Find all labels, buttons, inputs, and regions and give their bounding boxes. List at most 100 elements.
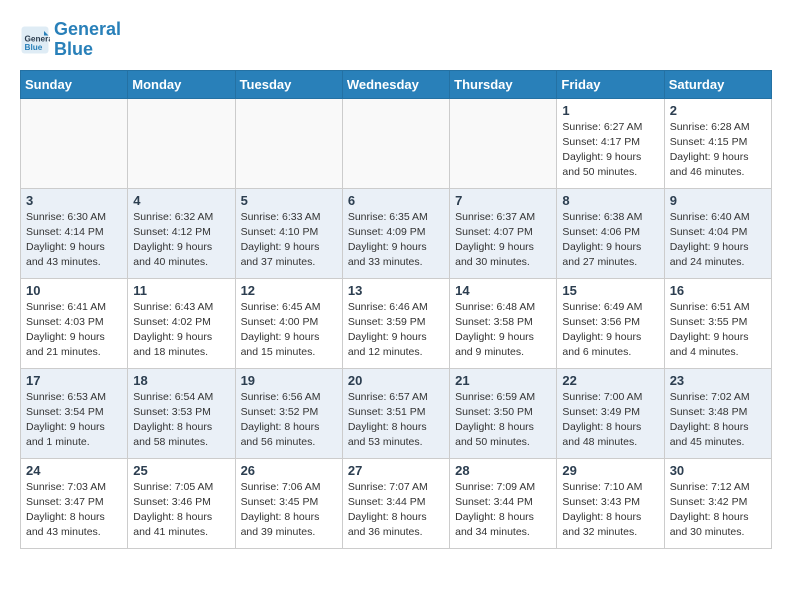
day-number: 10	[26, 283, 122, 298]
day-info: Sunrise: 7:09 AM Sunset: 3:44 PM Dayligh…	[455, 480, 551, 541]
calendar-cell	[235, 98, 342, 188]
day-info: Sunrise: 6:51 AM Sunset: 3:55 PM Dayligh…	[670, 300, 766, 361]
calendar-cell: 30 Sunrise: 7:12 AM Sunset: 3:42 PM Dayli…	[664, 458, 771, 548]
day-number: 16	[670, 283, 766, 298]
day-info: Sunrise: 6:37 AM Sunset: 4:07 PM Dayligh…	[455, 210, 551, 271]
calendar-cell: 19 Sunrise: 6:56 AM Sunset: 3:52 PM Dayli…	[235, 368, 342, 458]
day-info: Sunrise: 6:43 AM Sunset: 4:02 PM Dayligh…	[133, 300, 229, 361]
day-number: 12	[241, 283, 337, 298]
day-number: 22	[562, 373, 658, 388]
calendar-table: SundayMondayTuesdayWednesdayThursdayFrid…	[20, 70, 772, 549]
day-info: Sunrise: 6:41 AM Sunset: 4:03 PM Dayligh…	[26, 300, 122, 361]
day-number: 9	[670, 193, 766, 208]
day-info: Sunrise: 6:30 AM Sunset: 4:14 PM Dayligh…	[26, 210, 122, 271]
calendar-cell: 26 Sunrise: 7:06 AM Sunset: 3:45 PM Dayli…	[235, 458, 342, 548]
weekday-header-tuesday: Tuesday	[235, 70, 342, 98]
day-info: Sunrise: 6:48 AM Sunset: 3:58 PM Dayligh…	[455, 300, 551, 361]
day-number: 6	[348, 193, 444, 208]
day-info: Sunrise: 7:02 AM Sunset: 3:48 PM Dayligh…	[670, 390, 766, 451]
day-number: 30	[670, 463, 766, 478]
day-info: Sunrise: 6:46 AM Sunset: 3:59 PM Dayligh…	[348, 300, 444, 361]
day-info: Sunrise: 6:27 AM Sunset: 4:17 PM Dayligh…	[562, 120, 658, 181]
calendar-cell: 24Sunrise: 7:03 AM Sunset: 3:47 PM Dayli…	[21, 458, 128, 548]
day-number: 5	[241, 193, 337, 208]
calendar-cell: 20 Sunrise: 6:57 AM Sunset: 3:51 PM Dayli…	[342, 368, 449, 458]
calendar-week-2: 3 Sunrise: 6:30 AM Sunset: 4:14 PM Daylig…	[21, 188, 772, 278]
calendar-cell: 8 Sunrise: 6:38 AM Sunset: 4:06 PM Daylig…	[557, 188, 664, 278]
day-info: Sunrise: 6:32 AM Sunset: 4:12 PM Dayligh…	[133, 210, 229, 271]
day-number: 4	[133, 193, 229, 208]
day-info: Sunrise: 6:49 AM Sunset: 3:56 PM Dayligh…	[562, 300, 658, 361]
logo: General Blue GeneralBlue	[20, 20, 121, 60]
calendar-cell	[342, 98, 449, 188]
calendar-week-5: 24Sunrise: 7:03 AM Sunset: 3:47 PM Dayli…	[21, 458, 772, 548]
calendar-cell: 11 Sunrise: 6:43 AM Sunset: 4:02 PM Dayli…	[128, 278, 235, 368]
calendar-cell: 16 Sunrise: 6:51 AM Sunset: 3:55 PM Dayli…	[664, 278, 771, 368]
day-number: 3	[26, 193, 122, 208]
calendar-cell: 6 Sunrise: 6:35 AM Sunset: 4:09 PM Daylig…	[342, 188, 449, 278]
calendar-week-3: 10 Sunrise: 6:41 AM Sunset: 4:03 PM Dayli…	[21, 278, 772, 368]
day-number: 28	[455, 463, 551, 478]
day-number: 21	[455, 373, 551, 388]
day-info: Sunrise: 7:10 AM Sunset: 3:43 PM Dayligh…	[562, 480, 658, 541]
calendar-cell: 25Sunrise: 7:05 AM Sunset: 3:46 PM Dayli…	[128, 458, 235, 548]
day-info: Sunrise: 6:40 AM Sunset: 4:04 PM Dayligh…	[670, 210, 766, 271]
day-number: 8	[562, 193, 658, 208]
weekday-header-monday: Monday	[128, 70, 235, 98]
calendar-cell	[128, 98, 235, 188]
calendar-week-1: 1 Sunrise: 6:27 AM Sunset: 4:17 PM Daylig…	[21, 98, 772, 188]
day-info: Sunrise: 6:33 AM Sunset: 4:10 PM Dayligh…	[241, 210, 337, 271]
calendar-cell: 9 Sunrise: 6:40 AM Sunset: 4:04 PM Daylig…	[664, 188, 771, 278]
calendar-cell: 10 Sunrise: 6:41 AM Sunset: 4:03 PM Dayli…	[21, 278, 128, 368]
logo-text: GeneralBlue	[54, 20, 121, 60]
calendar-cell: 28 Sunrise: 7:09 AM Sunset: 3:44 PM Dayli…	[450, 458, 557, 548]
calendar-cell: 18 Sunrise: 6:54 AM Sunset: 3:53 PM Dayli…	[128, 368, 235, 458]
day-info: Sunrise: 6:28 AM Sunset: 4:15 PM Dayligh…	[670, 120, 766, 181]
day-info: Sunrise: 7:06 AM Sunset: 3:45 PM Dayligh…	[241, 480, 337, 541]
day-number: 13	[348, 283, 444, 298]
page-header: General Blue GeneralBlue	[20, 20, 772, 60]
day-number: 11	[133, 283, 229, 298]
calendar-cell: 7 Sunrise: 6:37 AM Sunset: 4:07 PM Daylig…	[450, 188, 557, 278]
day-number: 18	[133, 373, 229, 388]
calendar-cell: 3 Sunrise: 6:30 AM Sunset: 4:14 PM Daylig…	[21, 188, 128, 278]
day-number: 19	[241, 373, 337, 388]
calendar-cell: 23 Sunrise: 7:02 AM Sunset: 3:48 PM Dayli…	[664, 368, 771, 458]
calendar-cell: 14 Sunrise: 6:48 AM Sunset: 3:58 PM Dayli…	[450, 278, 557, 368]
day-number: 2	[670, 103, 766, 118]
day-number: 7	[455, 193, 551, 208]
calendar-cell	[21, 98, 128, 188]
weekday-header-sunday: Sunday	[21, 70, 128, 98]
day-info: Sunrise: 6:35 AM Sunset: 4:09 PM Dayligh…	[348, 210, 444, 271]
calendar-cell: 27 Sunrise: 7:07 AM Sunset: 3:44 PM Dayli…	[342, 458, 449, 548]
day-info: Sunrise: 6:45 AM Sunset: 4:00 PM Dayligh…	[241, 300, 337, 361]
day-number: 1	[562, 103, 658, 118]
calendar-cell: 21 Sunrise: 6:59 AM Sunset: 3:50 PM Dayli…	[450, 368, 557, 458]
day-info: Sunrise: 6:56 AM Sunset: 3:52 PM Dayligh…	[241, 390, 337, 451]
day-number: 17	[26, 373, 122, 388]
weekday-header-row: SundayMondayTuesdayWednesdayThursdayFrid…	[21, 70, 772, 98]
day-number: 27	[348, 463, 444, 478]
svg-text:Blue: Blue	[25, 43, 43, 52]
day-info: Sunrise: 6:59 AM Sunset: 3:50 PM Dayligh…	[455, 390, 551, 451]
day-number: 29	[562, 463, 658, 478]
weekday-header-saturday: Saturday	[664, 70, 771, 98]
day-number: 23	[670, 373, 766, 388]
day-info: Sunrise: 7:03 AM Sunset: 3:47 PM Dayligh…	[26, 480, 122, 541]
calendar-cell: 15Sunrise: 6:49 AM Sunset: 3:56 PM Dayli…	[557, 278, 664, 368]
calendar-cell	[450, 98, 557, 188]
calendar-cell: 13 Sunrise: 6:46 AM Sunset: 3:59 PM Dayli…	[342, 278, 449, 368]
day-number: 26	[241, 463, 337, 478]
calendar-cell: 17Sunrise: 6:53 AM Sunset: 3:54 PM Dayli…	[21, 368, 128, 458]
day-number: 20	[348, 373, 444, 388]
day-info: Sunrise: 6:57 AM Sunset: 3:51 PM Dayligh…	[348, 390, 444, 451]
day-info: Sunrise: 7:12 AM Sunset: 3:42 PM Dayligh…	[670, 480, 766, 541]
day-number: 14	[455, 283, 551, 298]
weekday-header-thursday: Thursday	[450, 70, 557, 98]
calendar-cell: 5 Sunrise: 6:33 AM Sunset: 4:10 PM Daylig…	[235, 188, 342, 278]
day-info: Sunrise: 7:07 AM Sunset: 3:44 PM Dayligh…	[348, 480, 444, 541]
logo-icon: General Blue	[20, 25, 50, 55]
day-info: Sunrise: 6:38 AM Sunset: 4:06 PM Dayligh…	[562, 210, 658, 271]
weekday-header-wednesday: Wednesday	[342, 70, 449, 98]
day-info: Sunrise: 6:54 AM Sunset: 3:53 PM Dayligh…	[133, 390, 229, 451]
